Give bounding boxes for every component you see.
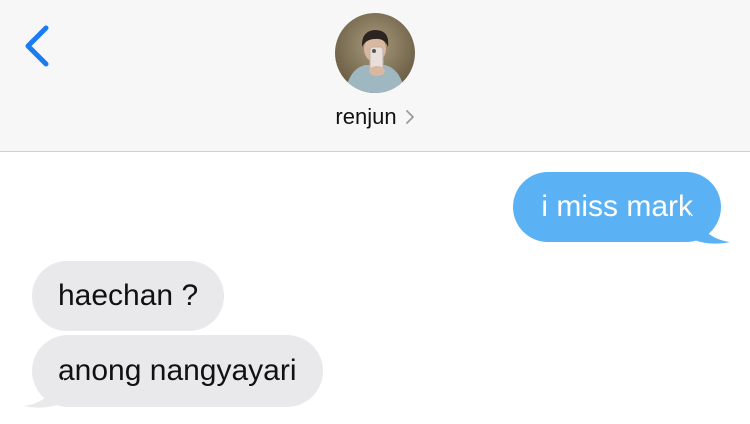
message-text: anong nangyayari [58,354,297,387]
contact-name: renjun [335,104,397,129]
message-text: i miss mark [541,190,693,223]
contact-details-button[interactable]: renjun [0,100,750,134]
back-button[interactable] [18,22,58,70]
conversation-header: renjun [0,0,750,152]
message-text: haechan ? [58,279,199,312]
received-bubble-tail [24,378,64,408]
avatar-photo [335,13,415,93]
received-message-bubble[interactable]: haechan ? [32,261,225,331]
contact-avatar[interactable] [335,13,415,93]
chevron-right-icon [405,110,414,124]
chevron-left-icon [25,25,49,67]
sent-bubble-tail [690,214,730,244]
received-message-bubble[interactable]: anong nangyayari [32,335,323,407]
